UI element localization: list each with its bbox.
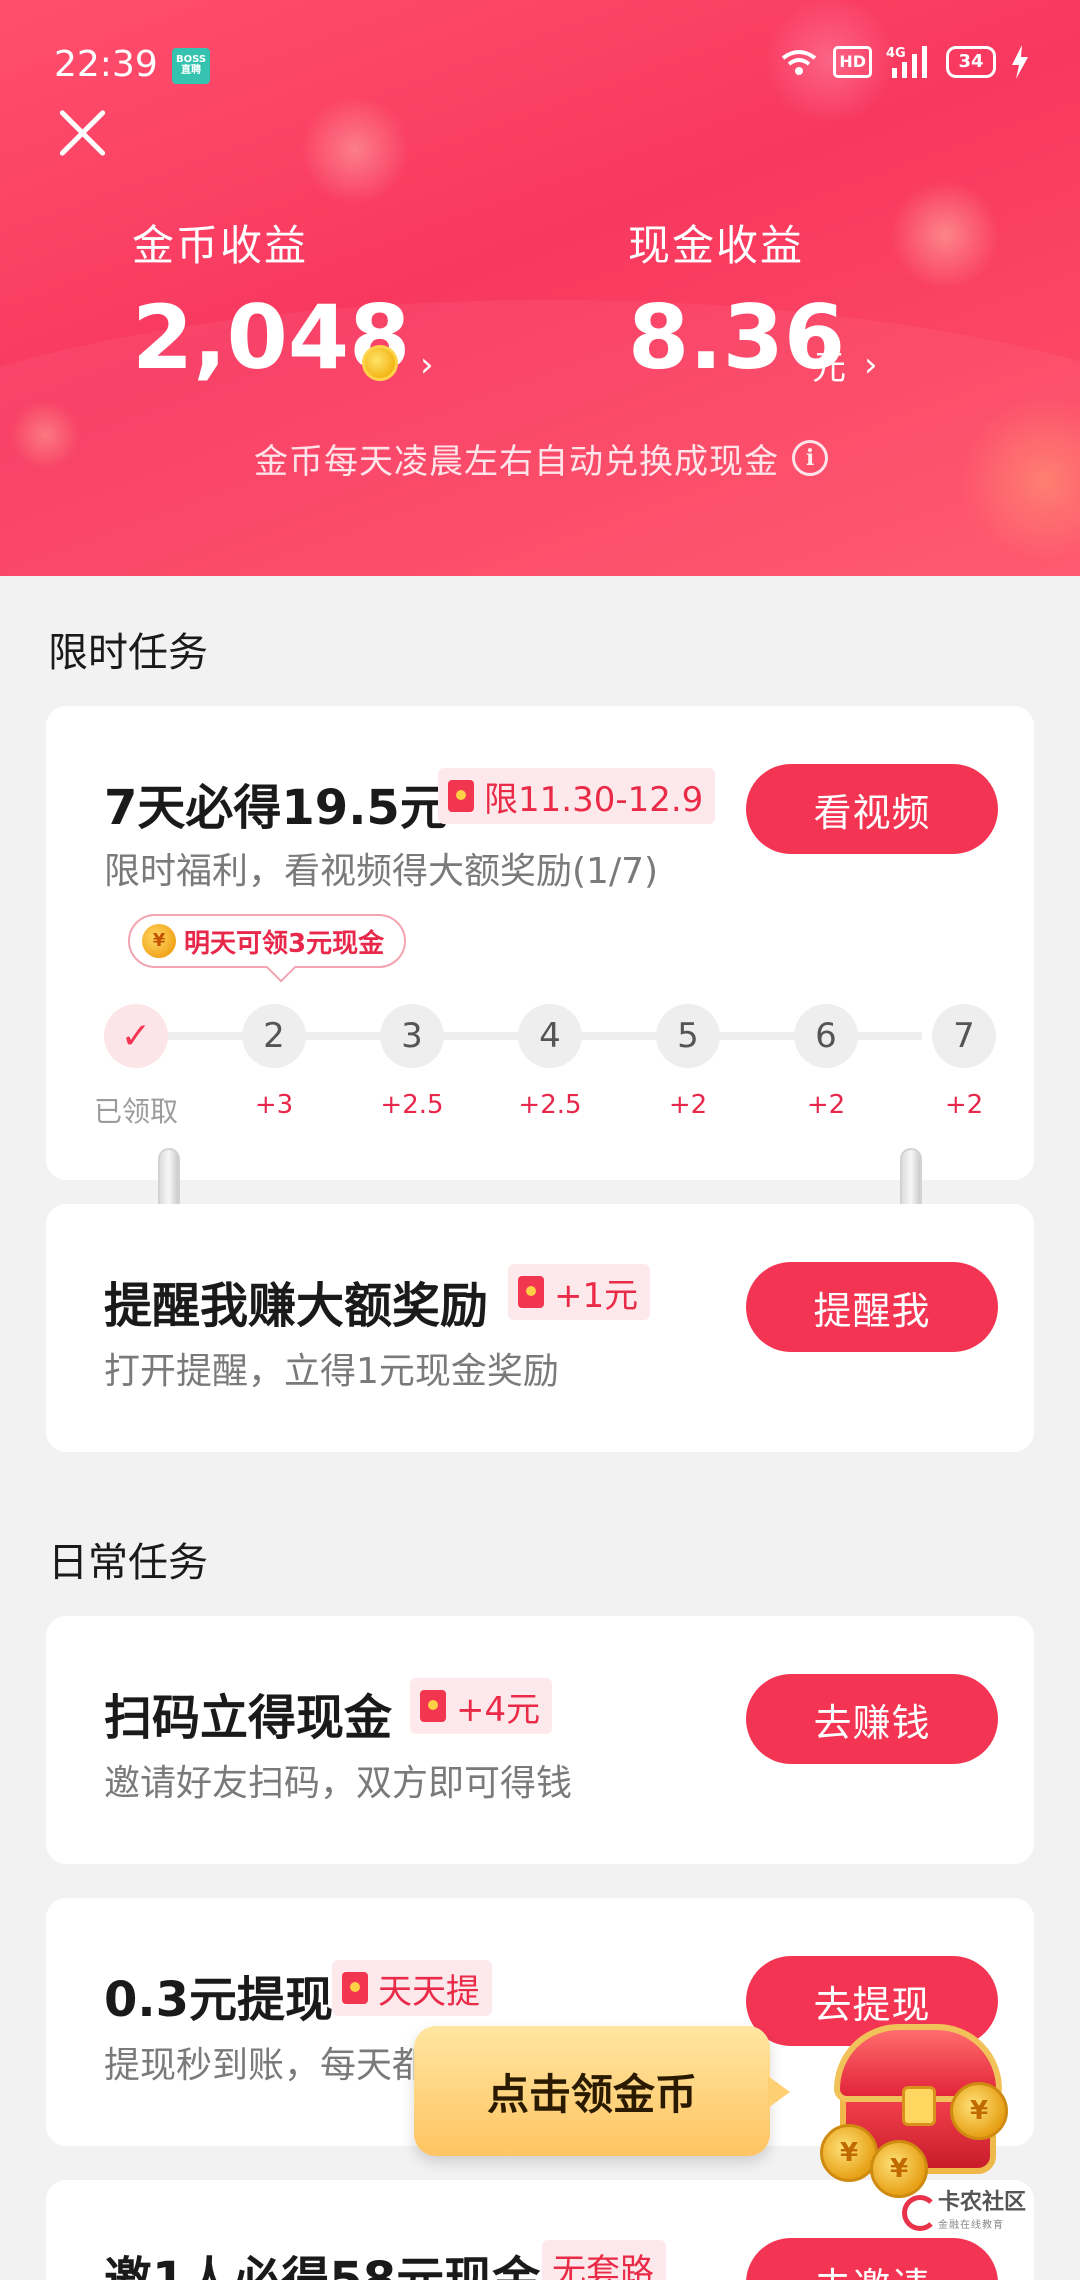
red-envelope-icon (420, 1690, 446, 1722)
task-card-reminder: 提醒我赚大额奖励 +1元 打开提醒，立得1元现金奖励 提醒我 (46, 1204, 1034, 1452)
task-title: 扫码立得现金 (104, 1690, 393, 1746)
tip-text: 明天可领3元现金 (184, 928, 385, 959)
boss-app-icon: BOSS直聘 (172, 48, 210, 84)
invite-button[interactable]: 去邀请 (746, 2238, 998, 2280)
step-3-reward: +2.5 (380, 1090, 444, 1120)
status-icons: HD 4G 34 (779, 44, 1030, 80)
watch-video-button[interactable]: 看视频 (746, 764, 998, 854)
coin-icon: ¥ (950, 2082, 1008, 2140)
coin-icon (362, 345, 398, 381)
task-subtitle: 打开提醒，立得1元现金奖励 (104, 1351, 559, 1392)
task-subtitle: 限时福利，看视频得大额奖励(1/7) (104, 851, 659, 892)
remind-me-button[interactable]: 提醒我 (746, 1262, 998, 1352)
coin-icon: ¥ (820, 2124, 878, 2182)
watermark: 卡农社区 金融在线教育 (898, 2184, 1026, 2231)
daily-section-title: 日常任务 (48, 1540, 208, 1586)
red-envelope-icon (518, 1276, 544, 1308)
reward-tag: +4元 (410, 1678, 553, 1734)
coin-icon: ¥ (142, 924, 176, 958)
step-1-check-icon: ✓ (104, 1004, 168, 1068)
cash-unit: 元 (812, 348, 846, 388)
step-6-reward: +2 (806, 1090, 846, 1120)
red-envelope-icon (448, 780, 474, 812)
charging-icon (1012, 45, 1028, 79)
tag-label: 无套路 (552, 2251, 654, 2280)
wifi-icon (782, 50, 817, 75)
step-5: 5 (656, 1004, 720, 1068)
step-2-reward: +3 (254, 1090, 294, 1120)
task-card-7day: 7天必得19.5元 限11.30-12.9 限时福利，看视频得大额奖励(1/7)… (46, 706, 1034, 1180)
status-time: 22:39 (54, 44, 158, 85)
info-icon[interactable]: i (792, 440, 828, 476)
watermark-name: 卡农社区 (938, 2190, 1027, 2215)
step-1-reward: 已领取 (93, 1095, 178, 1128)
kanong-logo-icon (898, 2191, 938, 2231)
reward-tag: 天天提 (332, 1960, 492, 2016)
close-button[interactable] (56, 106, 110, 160)
watermark-sub: 金融在线教育 (938, 2220, 1004, 2231)
svg-text:4G: 4G (886, 46, 906, 61)
step-2: 2 (242, 1004, 306, 1068)
task-title: 提醒我赚大额奖励 (104, 1278, 489, 1334)
tag-label: 天天提 (378, 1971, 480, 2012)
step-4: 4 (518, 1004, 582, 1068)
step-7-reward: +2 (944, 1090, 984, 1120)
task-subtitle: 提现秒到账，每天都 (104, 2045, 429, 2086)
status-bar: 22:39 BOSS直聘 HD 4G 34 (0, 0, 1080, 130)
task-subtitle: 邀请好友扫码，双方即可得钱 (104, 1763, 573, 1804)
step-4-reward: +2.5 (518, 1090, 582, 1120)
step-5-reward: +2 (668, 1090, 708, 1120)
task-title: 7天必得19.5元 (104, 780, 448, 836)
decor-bubble (890, 180, 1000, 290)
red-envelope-icon (342, 1972, 368, 2004)
limit-date-tag: 限11.30-12.9 (438, 768, 716, 824)
chevron-right-icon[interactable]: › (864, 345, 878, 385)
step-6: 6 (794, 1004, 858, 1068)
earn-money-button[interactable]: 去赚钱 (746, 1674, 998, 1764)
treasure-chest-icon[interactable]: ¥ ¥ ¥ (820, 2014, 1016, 2198)
hd-icon: HD (833, 46, 872, 78)
exchange-note: 金币每天凌晨左右自动兑换成现金 (254, 442, 779, 482)
tag-label: 限11.30-12.9 (484, 779, 704, 820)
tag-label: +1元 (554, 1275, 639, 1316)
chevron-right-icon[interactable]: › (420, 345, 434, 385)
step-3: 3 (380, 1004, 444, 1068)
chest-lock (902, 2086, 936, 2126)
battery-icon: 34 (946, 46, 996, 78)
reward-tag: +1元 (508, 1264, 651, 1320)
step-7: 7 (932, 1004, 996, 1068)
task-card-scan: 扫码立得现金 +4元 邀请好友扫码，双方即可得钱 去赚钱 (46, 1616, 1034, 1864)
task-title: 0.3元提现 (104, 1972, 334, 2028)
task-title: 邀1人必得58元现金 (104, 2252, 541, 2280)
signal-icon: 4G (886, 46, 927, 78)
limited-section-title: 限时任务 (48, 630, 208, 676)
reward-tip-bubble: ¥ 明天可领3元现金 (128, 914, 407, 968)
cash-earnings-label: 现金收益 (628, 221, 805, 270)
tag-label: +4元 (456, 1689, 541, 1730)
coin-earnings-label: 金币收益 (132, 221, 309, 270)
claim-coins-popup[interactable]: 点击领金币 (414, 2026, 790, 2156)
reward-tag: 无套路 (542, 2240, 666, 2280)
earnings-header: 22:39 BOSS直聘 HD 4G 34 金币收益 2,048 › 现金收益 … (0, 0, 1080, 576)
